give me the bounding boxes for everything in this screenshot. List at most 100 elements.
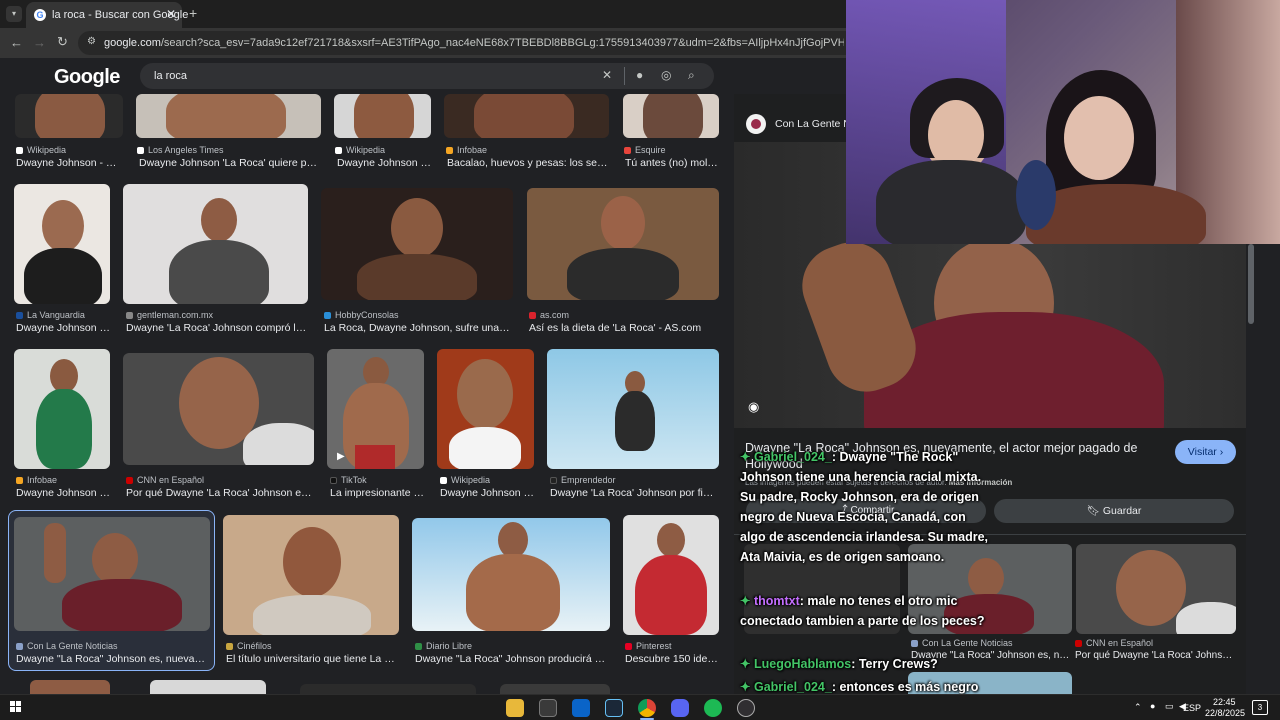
image-result-18[interactable] (623, 515, 719, 635)
result-source: gentleman.com.mx (126, 310, 213, 320)
result-title[interactable]: El título universitario que tiene La Ro.… (226, 653, 398, 665)
search-query: la roca (154, 70, 188, 82)
chrome-icon[interactable] (638, 699, 656, 717)
result-source: Con La Gente Noticias (16, 641, 118, 651)
result-title[interactable]: Descubre 150 idea... (625, 653, 719, 665)
image-result-1[interactable] (15, 94, 123, 138)
network-icon[interactable]: ▭ (1165, 701, 1174, 712)
result-source: HobbyConsolas (324, 310, 399, 320)
obs-icon[interactable] (737, 699, 755, 717)
clear-search-icon[interactable]: ✕ (602, 68, 612, 82)
image-result-10[interactable] (14, 349, 110, 469)
result-source: Infobae (446, 145, 487, 155)
image-result-16[interactable] (223, 515, 399, 635)
image-result-13[interactable] (437, 349, 534, 469)
result-title[interactable]: Así es la dieta de 'La Roca' - AS.com (529, 322, 719, 334)
image-result-11[interactable] (123, 353, 314, 465)
spotify-icon[interactable] (704, 699, 722, 717)
image-result-6[interactable] (14, 184, 110, 304)
image-result-9[interactable] (527, 188, 719, 300)
image-result-22[interactable] (500, 684, 610, 694)
image-result-19[interactable] (30, 680, 110, 694)
url-text: google.com/search?sca_esv=7ada9c12ef7217… (104, 37, 844, 49)
photo-subject (1116, 550, 1186, 626)
image-result-20[interactable] (150, 680, 266, 694)
result-title[interactable]: Dwayne "La Roca" Johnson producirá par..… (415, 653, 610, 665)
related-source: Con La Gente Noticias (911, 638, 1013, 648)
image-result-3[interactable] (334, 94, 431, 138)
close-tab-icon[interactable]: ✕ (166, 7, 176, 21)
clock-time[interactable]: 22:45 (1213, 697, 1236, 707)
lens-search-icon[interactable]: ◉ (748, 399, 759, 415)
image-result-15[interactable] (14, 517, 210, 631)
result-title[interactable]: Dwayne "La Roca" Johnson es, nuevamen... (16, 653, 208, 665)
tab-active[interactable]: G la roca - Buscar con Google ✕ (26, 2, 188, 28)
photo-subject (169, 240, 269, 304)
result-title[interactable]: Dwayne 'La Roca' Johnson por fin e... (550, 487, 718, 499)
result-source: Cinéfilos (226, 641, 272, 651)
photo-subject (24, 248, 102, 304)
forward-icon[interactable]: → (33, 35, 46, 50)
image-result-7[interactable] (123, 184, 308, 304)
image-result-21[interactable] (300, 684, 476, 694)
image-result-8[interactable] (321, 188, 513, 300)
image-result-2[interactable] (136, 94, 321, 138)
steam-icon[interactable] (605, 699, 623, 717)
reload-icon[interactable]: ↻ (57, 34, 68, 50)
result-source: CNN en Español (126, 475, 204, 485)
panel-source[interactable]: Con La Gente No (775, 118, 857, 130)
notifications-button[interactable]: 3 (1252, 700, 1268, 715)
photo-subject (601, 196, 645, 250)
visit-button[interactable]: Visitar › (1175, 440, 1236, 464)
start-button[interactable] (10, 701, 22, 713)
search-input[interactable]: la roca ✕ ● ◎ ⌕ (140, 63, 714, 89)
save-button[interactable]: 🔖︎ Guardar (994, 499, 1234, 523)
photo-subject (635, 555, 707, 635)
tray-overflow-icon[interactable]: ⌃ (1134, 702, 1142, 713)
chat-text: : Dwayne "The Rock" Johnson tiene una he… (740, 450, 989, 564)
related-title[interactable]: Por qué Dwayne 'La Roca' Johnso... (1075, 650, 1235, 661)
notification-count: 3 (1257, 703, 1263, 712)
outlook-icon[interactable] (572, 699, 590, 717)
image-result-17[interactable] (412, 518, 610, 631)
result-source: Infobae (16, 475, 57, 485)
streamer-1-body (876, 160, 1026, 244)
language-indicator[interactable]: ESP (1183, 703, 1201, 713)
result-title[interactable]: Dwayne Johnson -... (16, 322, 111, 334)
photo-subject (466, 554, 560, 631)
site-info-icon[interactable]: ⚙ (87, 36, 96, 47)
microphone-tray-icon[interactable]: ● (1150, 701, 1155, 711)
result-title[interactable]: La Roca, Dwayne Johnson, sufre una lesi.… (324, 322, 512, 334)
search-icon[interactable]: ⌕ (688, 68, 695, 83)
result-source: Esquire (624, 145, 666, 155)
result-title[interactable]: Dwayne 'La Roca' Johnson compró la li... (126, 322, 308, 334)
image-result-14[interactable] (547, 349, 719, 469)
back-icon[interactable]: ← (10, 35, 23, 50)
new-tab-button[interactable]: + (189, 5, 197, 21)
image-result-5[interactable] (623, 94, 719, 138)
address-bar[interactable]: ⚙ google.com/search?sca_esv=7ada9c12ef72… (78, 31, 858, 55)
result-title[interactable]: La impresionante f... (330, 487, 424, 499)
clock-date[interactable]: 22/8/2025 (1205, 708, 1245, 718)
photo-subject (391, 198, 443, 258)
result-title[interactable]: Dwayne Johnson - ... (337, 157, 433, 169)
result-title[interactable]: Tú antes (no) mola... (625, 157, 719, 169)
result-title[interactable]: Dwayne Johnson -... (440, 487, 534, 499)
image-result-4[interactable] (444, 94, 609, 138)
microphone-icon[interactable]: ● (636, 68, 643, 82)
result-title[interactable]: Por qué Dwayne 'La Roca' Johnson está ..… (126, 487, 314, 499)
result-title[interactable]: Dwayne Johnson c... (16, 487, 110, 499)
lens-icon[interactable]: ◎ (661, 68, 671, 82)
chat-username: Gabriel_024_ (753, 680, 832, 694)
store-icon[interactable] (539, 699, 557, 717)
result-title[interactable]: Dwayne Johnson - Wi... (16, 157, 122, 169)
google-logo[interactable]: Google (54, 66, 120, 89)
file-explorer-icon[interactable] (506, 699, 524, 717)
result-title[interactable]: Bacalao, huevos y pesas: los secr... (447, 157, 609, 169)
tab-menu-button[interactable]: ▾ (6, 6, 22, 22)
panel-scrollbar[interactable] (1248, 244, 1254, 324)
image-result-12[interactable]: ▶ (327, 349, 424, 469)
related-image-2[interactable] (1076, 544, 1236, 634)
discord-icon[interactable] (671, 699, 689, 717)
result-title[interactable]: Dwayne Johnson 'La Roca' quiere pele... (139, 157, 321, 169)
